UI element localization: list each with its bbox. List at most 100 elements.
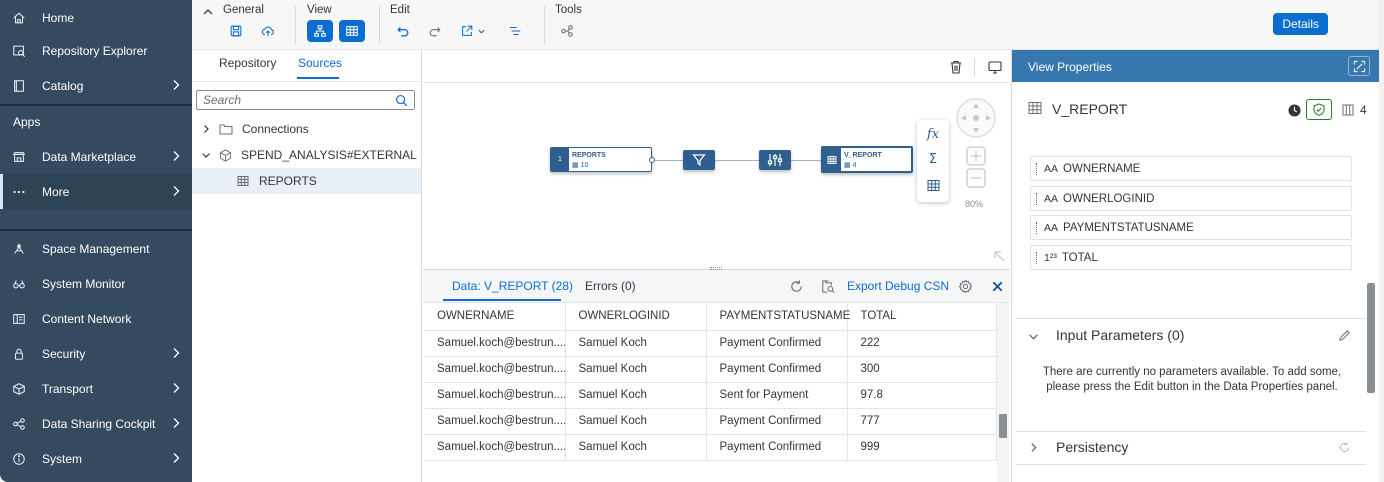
string-type-icon: AA [1044,162,1059,175]
chevron-down-icon [478,29,485,34]
expand-panel-button[interactable] [1348,56,1370,76]
nav-item-repository-explorer[interactable]: Repository Explorer [0,33,192,68]
diagram-canvas[interactable]: 1 REPORTS ▦ 10 V_REPORT ▦ 4 fx Σ 80% [423,50,1010,270]
tree-item-reports[interactable]: REPORTS [192,168,421,194]
undo-button[interactable] [390,20,416,42]
tree-item-connections[interactable]: Connections [192,116,421,142]
section-divider [1016,431,1366,432]
refresh-icon[interactable] [1338,441,1351,454]
tab-repository[interactable]: Repository [219,56,276,70]
table-scrollbar[interactable] [997,303,1009,482]
refresh-icon[interactable] [789,279,804,294]
close-icon[interactable] [990,279,1005,294]
nav-item-security[interactable]: Security [0,336,192,371]
nav-item-more[interactable]: More [0,174,192,209]
table-row[interactable]: Samuel.koch@bestrun.... Samuel Koch Paym… [424,330,997,357]
table-icon: ▦ [572,162,579,169]
input-parameters-title[interactable]: Input Parameters (0) [1056,327,1184,343]
tab-sources[interactable]: Sources [298,56,342,70]
drag-handle[interactable] [1036,192,1039,205]
function-icon[interactable]: fx [925,126,941,142]
deploy-button[interactable] [255,20,281,42]
search-input[interactable] [203,93,383,107]
view-name-row: V_REPORT 4 [1012,82,1380,142]
table-row[interactable]: Samuel.koch@bestrun.... Samuel Koch Paym… [424,356,997,383]
table-icon: ▦ [844,162,851,169]
scrollbar-thumb[interactable] [999,414,1007,438]
details-button[interactable]: Details [1273,13,1328,35]
nav-item-data-marketplace[interactable]: Data Marketplace [0,139,192,174]
table-row[interactable]: Samuel.koch@bestrun.... Samuel Koch Paym… [424,434,997,461]
projection-node[interactable] [759,150,791,170]
nav-item-transport[interactable]: Transport [0,371,192,406]
search-icon[interactable] [395,94,408,107]
tab-data[interactable]: Data: V_REPORT (28) [452,279,573,293]
pan-control-icon[interactable] [955,97,997,139]
column-item-ownerloginid[interactable]: AA OWNERLOGINID [1030,186,1352,211]
table-cell: Samuel.koch@bestrun.... [424,330,566,357]
table-row[interactable]: Samuel.koch@bestrun.... Samuel Koch Sent… [424,382,997,409]
deployed-status-badge[interactable] [1306,99,1332,120]
panel-scrollbar[interactable] [1367,283,1375,393]
nav-item-home[interactable]: Home [0,0,192,35]
nav-item-system[interactable]: System [0,441,192,476]
table-header-row: OWNERNAME OWNERLOGINID PAYMENTSTATUSNAME… [424,303,997,331]
source-node-reports[interactable]: 1 REPORTS ▦ 10 [550,147,652,172]
tab-errors[interactable]: Errors (0) [585,279,636,293]
persistency-title[interactable]: Persistency [1056,439,1128,455]
settings-gear-icon[interactable] [958,279,973,294]
export-debug-csn-button[interactable]: Export Debug CSN [847,279,949,293]
zoom-in-icon[interactable] [966,146,986,166]
column-item-paymentstatusname[interactable]: AA PAYMENTSTATUSNAME [1030,215,1352,240]
drag-handle[interactable] [1036,162,1039,175]
table-row[interactable]: Samuel.koch@bestrun.... Samuel Koch Paym… [424,408,997,435]
nav-item-data-sharing-cockpit[interactable]: Data Sharing Cockpit [0,406,192,441]
side-navigation: Home Repository Explorer Catalog Apps Da… [0,0,192,482]
preview-screen-icon[interactable] [987,59,1003,75]
nav-item-content-network[interactable]: Content Network [0,301,192,336]
space-icon [219,148,232,162]
connector-line [791,160,821,161]
table-icon[interactable] [925,177,941,193]
drag-handle[interactable] [1036,251,1039,264]
nav-divider [0,104,192,106]
search-field[interactable] [196,90,415,110]
collapse-arrow-icon[interactable] [993,250,1005,262]
data-preview-toggle[interactable] [339,20,365,42]
column-header[interactable]: OWNERNAME [424,303,566,331]
zoom-out-icon[interactable] [966,168,986,188]
redo-button[interactable] [422,20,448,42]
node-index: 1 [551,148,569,171]
nav-item-system-monitor[interactable]: System Monitor [0,266,192,301]
nav-item-catalog[interactable]: Catalog [0,68,192,103]
drag-handle[interactable] [1036,221,1039,234]
chevron-down-icon[interactable] [201,150,211,160]
node-port[interactable] [649,157,655,163]
chevron-down-icon[interactable] [1028,331,1039,342]
table-cell: Payment Confirmed [706,408,848,435]
table-cell: Payment Confirmed [706,356,848,383]
impact-lineage-button[interactable] [502,20,528,42]
view-properties-panel: View Properties V_REPORT 4 AA OWNERNAME … [1011,50,1380,482]
chevron-up-icon[interactable] [202,6,214,18]
tree-item-space[interactable]: SPEND_ANALYSIS#EXTERNAL [192,142,421,168]
filter-node[interactable] [683,150,715,170]
chevron-right-icon[interactable] [1028,442,1039,453]
column-item-ownername[interactable]: AA OWNERNAME [1030,156,1352,181]
column-header[interactable]: TOTAL [847,303,997,331]
chevron-right-icon[interactable] [201,124,211,134]
column-header[interactable]: OWNERLOGINID [565,303,707,331]
save-button[interactable] [223,20,249,42]
nav-item-space-management[interactable]: Space Management [0,231,192,266]
sum-icon[interactable]: Σ [925,151,941,167]
graph-tools-button[interactable] [554,20,580,42]
column-item-total[interactable]: 1²³ TOTAL [1030,245,1352,270]
share-menu-button[interactable] [455,20,491,42]
inspect-icon[interactable] [820,279,835,294]
column-header[interactable]: PAYMENTSTATUSNAME [706,303,850,331]
edit-pencil-icon[interactable] [1338,329,1351,342]
output-node-v-report[interactable]: V_REPORT ▦ 4 [821,146,913,173]
diagram-view-toggle[interactable] [307,20,333,42]
trash-icon[interactable] [948,59,964,75]
column-name: TOTAL [1061,251,1098,264]
